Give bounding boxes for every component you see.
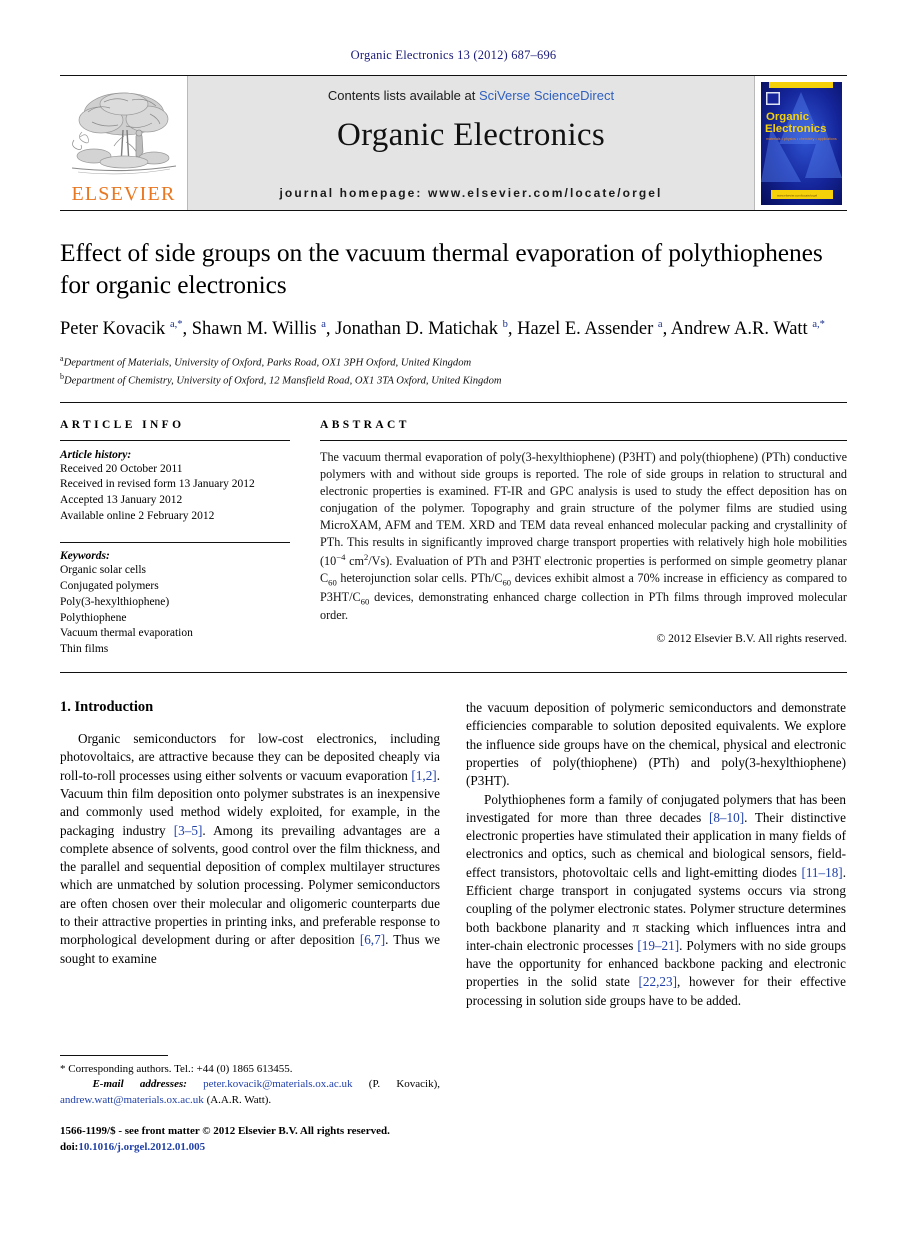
doi-line: doi:10.1016/j.orgel.2012.01.005: [60, 1140, 460, 1156]
footnote-rule: [60, 1055, 168, 1056]
journal-title: Organic Electronics: [336, 117, 606, 153]
keyword-item: Polythiophene: [60, 611, 127, 624]
article-info-heading: ARTICLE INFO: [60, 418, 185, 431]
svg-text:materials • physics • chemistr: materials • physics • chemistry • applic…: [766, 137, 837, 141]
elsevier-wordmark: ELSEVIER: [71, 183, 176, 205]
svg-text:Organic: Organic: [766, 111, 809, 123]
history-item: Received in revised form 13 January 2012: [60, 478, 255, 491]
article-info-rule: [60, 439, 290, 441]
keyword-item: Poly(3-hexylthiophene): [60, 595, 170, 608]
journal-banner: Contents lists available at SciVerse Sci…: [188, 76, 754, 210]
email-name-watt: (A.A.R. Watt).: [203, 1093, 272, 1106]
contents-prefix: Contents lists available at: [327, 88, 479, 103]
citation-link[interactable]: [1,2]: [411, 768, 436, 783]
body-columns: 1. Introduction Organic semiconductors f…: [60, 699, 847, 1010]
keyword-item: Vacuum thermal evaporation: [60, 627, 193, 640]
corresponding-author-footnote: * Corresponding authors. Tel.: +44 (0) 1…: [60, 1055, 440, 1108]
keywords-block: Keywords: Organic solar cells Conjugated…: [60, 542, 290, 658]
elsevier-logo: ELSEVIER: [60, 76, 188, 210]
email-addresses-line: E-mail addresses: peter.kovacik@material…: [60, 1077, 440, 1108]
affiliation-text-a: Department of Materials, University of O…: [63, 357, 472, 369]
citation-link[interactable]: [22,23]: [639, 974, 677, 989]
citation-link[interactable]: [6,7]: [360, 932, 385, 947]
abstract-part: devices, demonstrating enhanced charge c…: [320, 589, 847, 623]
abstract-sub: 60: [328, 577, 337, 588]
citation-link[interactable]: [8–10]: [709, 810, 744, 825]
email-link-kovacik[interactable]: peter.kovacik@materials.ox.ac.uk: [203, 1078, 352, 1090]
email-name-kovacik: (P. Kovacik),: [352, 1078, 440, 1091]
author-list: Peter Kovacik a,*, Shawn M. Willis a, Jo…: [60, 319, 825, 340]
keyword-item: Organic solar cells: [60, 564, 147, 577]
affiliation-a: aDepartment of Materials, University of …: [60, 353, 847, 371]
journal-homepage[interactable]: journal homepage: www.elsevier.com/locat…: [188, 186, 754, 200]
elsevier-tree-icon: [68, 88, 180, 184]
history-item: Accepted 13 January 2012: [60, 494, 183, 507]
article-history-label: Article history:: [60, 448, 132, 461]
page-title: Effect of side groups on the vacuum ther…: [60, 238, 823, 300]
section-heading-introduction: 1. Introduction: [60, 699, 154, 716]
info-abstract-section: ARTICLE INFO Article history: Received 2…: [60, 403, 847, 659]
paper-page: Organic Electronics 13 (2012) 687–696 EL…: [0, 0, 907, 1238]
issn-doi-block: 1566-1199/$ - see front matter © 2012 El…: [60, 1124, 460, 1155]
title-block: Effect of side groups on the vacuum ther…: [60, 211, 847, 389]
affiliation-b: bDepartment of Chemistry, University of …: [60, 371, 847, 389]
citation-link[interactable]: [11–18]: [801, 865, 842, 880]
keywords-label: Keywords:: [60, 550, 110, 563]
keyword-item: Conjugated polymers: [60, 579, 159, 592]
svg-text:www.elsevier.com/locate/orgel: www.elsevier.com/locate/orgel: [777, 193, 818, 197]
abstract-heading: ABSTRACT: [320, 418, 410, 431]
doi-link[interactable]: 10.1016/j.orgel.2012.01.005: [78, 1141, 205, 1153]
citation-link[interactable]: [3–5]: [174, 823, 203, 838]
keywords-rule: [60, 542, 290, 544]
journal-cover-thumbnail[interactable]: Organic Electronics materials • physics …: [754, 76, 847, 210]
paragraph: the vacuum deposition of polymeric semic…: [466, 700, 846, 789]
keyword-item: Thin films: [60, 643, 109, 656]
body-right-column: the vacuum deposition of polymeric semic…: [466, 699, 846, 1010]
abstract-copyright: © 2012 Elsevier B.V. All rights reserved…: [656, 632, 847, 646]
abstract-column: ABSTRACT The vacuum thermal evaporation …: [320, 419, 847, 659]
history-item: Received 20 October 2011: [60, 462, 183, 475]
paragraph-part: Organic semiconductors for low-cost elec…: [60, 731, 440, 783]
abstract-part: cm: [345, 554, 364, 569]
doi-prefix: doi:: [60, 1140, 79, 1153]
article-info-column: ARTICLE INFO Article history: Received 2…: [60, 419, 290, 659]
email-link-watt[interactable]: andrew.watt@materials.ox.ac.uk: [60, 1094, 204, 1106]
paragraph: Polythiophenes form a family of conjugat…: [466, 791, 846, 1010]
sciencedirect-link[interactable]: SciVerse ScienceDirect: [479, 88, 614, 103]
cover-art: Organic Electronics materials • physics …: [760, 81, 842, 205]
abstract-part: heterojunction solar cells. PTh/C: [336, 571, 503, 586]
abstract-rule: [320, 439, 847, 441]
issn-line: 1566-1199/$ - see front matter © 2012 El…: [60, 1125, 390, 1137]
affiliation-text-b: Department of Chemistry, University of O…: [64, 375, 502, 387]
journal-masthead: ELSEVIER Contents lists available at Sci…: [60, 75, 847, 210]
corresponding-authors-line: * Corresponding authors. Tel.: +44 (0) 1…: [60, 1063, 293, 1075]
paragraph-part: . Among its prevailing advantages are a …: [60, 822, 441, 948]
abstract-text: The vacuum thermal evaporation of poly(3…: [320, 449, 847, 625]
running-head: Organic Electronics 13 (2012) 687–696: [350, 48, 557, 62]
citation-link[interactable]: [19–21]: [637, 938, 679, 953]
history-item: Available online 2 February 2012: [60, 510, 215, 523]
abstract-bottom-rule: [60, 672, 847, 674]
svg-text:Electronics: Electronics: [765, 123, 826, 135]
contents-list-line: Contents lists available at SciVerse Sci…: [328, 88, 614, 103]
paragraph: Organic semiconductors for low-cost elec…: [60, 730, 440, 968]
abstract-sub: 60: [360, 596, 370, 607]
email-label: E-mail addresses:: [92, 1078, 187, 1091]
abstract-part: The vacuum thermal evaporation of poly(3…: [320, 449, 847, 569]
abstract-sub: 60: [502, 577, 512, 588]
body-left-column: 1. Introduction Organic semiconductors f…: [60, 699, 440, 1010]
